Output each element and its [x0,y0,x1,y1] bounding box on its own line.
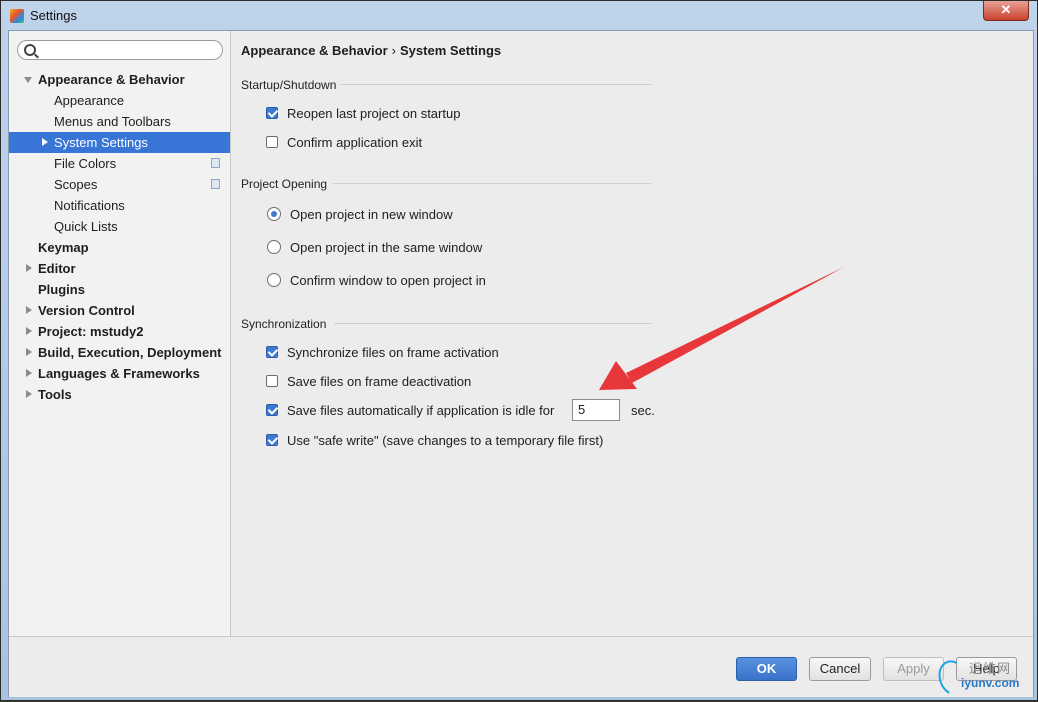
radio-label: Confirm window to open project in [290,273,486,288]
breadcrumb: Appearance & Behavior › System Settings [241,43,501,58]
chevron-down-icon[interactable] [24,77,32,83]
breadcrumb-separator: › [391,43,397,58]
tree-item-editor[interactable]: Editor [9,258,230,279]
checkbox-label: Confirm application exit [287,135,423,150]
title-bar: Settings ✕ [1,1,1037,31]
radio-label: Open project in the same window [290,240,483,255]
checkbox-checked[interactable] [266,434,278,446]
chevron-right-icon[interactable] [26,390,32,398]
checkbox-label: Save files on frame deactivation [287,374,472,389]
search-icon [24,44,36,56]
tree-item-label: Keymap [38,240,89,255]
tree-item-keymap[interactable]: Keymap [9,237,230,258]
tree-item-tools[interactable]: Tools [9,384,230,405]
tree-item-label: Notifications [54,198,125,213]
tree-item-label: Project: mstudy2 [38,324,144,339]
watermark-top-text: 运维网 [969,661,1012,676]
project-level-icon [208,176,220,189]
app-logo-icon [10,9,24,23]
tree-item-quick-lists[interactable]: Quick Lists [9,216,230,237]
chevron-right-icon[interactable] [26,306,32,314]
tree-item-appearance-behavior[interactable]: Appearance & Behavior [9,69,230,90]
section-divider [341,84,651,85]
tree-item-appearance[interactable]: Appearance [9,90,230,111]
radio-unselected[interactable] [267,240,281,254]
section-divider [334,323,651,324]
chevron-right-icon[interactable] [26,369,32,377]
search-input[interactable] [17,40,223,60]
checkbox-unchecked[interactable] [266,375,278,387]
checkbox-label: Reopen last project on startup [287,106,461,121]
settings-window: Settings ✕ Appearance & Behavior Appeara… [0,0,1038,701]
ok-button[interactable]: OK [736,657,797,681]
window-title: Settings [30,8,77,23]
tree-item-system-settings[interactable]: System Settings [9,132,230,153]
tree-item-label: File Colors [54,156,117,171]
chevron-right-icon[interactable] [26,327,32,335]
tree-item-project[interactable]: Project: mstudy2 [9,321,230,342]
radio-unselected[interactable] [267,273,281,287]
tree-item-plugins[interactable]: Plugins [9,279,230,300]
radio-label: Open project in new window [290,207,453,222]
tree-item-label: Menus and Toolbars [54,114,171,129]
radio-selected[interactable] [267,207,281,221]
tree-item-version-control[interactable]: Version Control [9,300,230,321]
settings-panel: Appearance & Behavior › System Settings St… [231,31,1033,636]
tree-item-label: Scopes [54,177,98,192]
checkbox-label: Synchronize files on frame activation [287,345,499,360]
tree-item-build-execution-deployment[interactable]: Build, Execution, Deployment [9,342,230,363]
close-button[interactable]: ✕ [983,1,1029,21]
checkbox-checked[interactable] [266,346,278,358]
apply-button[interactable]: Apply [883,657,944,681]
section-title-startup: Startup/Shutdown [241,78,337,92]
dialog-content: Appearance & Behavior Appearance Menus a… [8,30,1034,697]
checkbox-label: Use "safe write" (save changes to a temp… [287,433,604,448]
checkbox-checked[interactable] [266,404,278,416]
tree-item-label: Tools [38,387,72,402]
settings-tree: Appearance & Behavior Appearance Menus a… [9,69,230,405]
idle-seconds-input[interactable]: 5 [572,399,620,421]
project-level-icon [208,155,220,168]
dialog-footer: OK Cancel Apply Help [9,636,1033,697]
tree-item-file-colors[interactable]: File Colors [9,153,230,174]
idle-unit-label: sec. [631,403,655,418]
breadcrumb-parent: Appearance & Behavior [241,43,388,58]
tree-item-menus-toolbars[interactable]: Menus and Toolbars [9,111,230,132]
tree-item-label: Appearance & Behavior [38,72,185,87]
section-divider [333,183,651,184]
chevron-right-icon[interactable] [26,348,32,356]
section-title-synchronization: Synchronization [241,317,327,331]
settings-sidebar: Appearance & Behavior Appearance Menus a… [9,31,231,636]
tree-item-label: System Settings [54,135,148,150]
tree-item-label: Plugins [38,282,85,297]
tree-item-label: Editor [38,261,76,276]
checkbox-checked[interactable] [266,107,278,119]
breadcrumb-current: System Settings [400,43,502,58]
tree-item-languages-frameworks[interactable]: Languages & Frameworks [9,363,230,384]
tree-item-notifications[interactable]: Notifications [9,195,230,216]
watermark-logo: 运维网 iyunv.com [933,656,1031,700]
chevron-right-icon[interactable] [42,138,48,146]
tree-item-scopes[interactable]: Scopes [9,174,230,195]
tree-item-label: Languages & Frameworks [38,366,200,381]
watermark-bottom-text: iyunv.com [961,676,1020,690]
section-title-project-opening: Project Opening [241,177,328,191]
tree-item-label: Quick Lists [54,219,118,234]
cancel-button[interactable]: Cancel [809,657,871,681]
tree-item-label: Build, Execution, Deployment [38,345,222,360]
tree-item-label: Version Control [38,303,135,318]
checkbox-unchecked[interactable] [266,136,278,148]
tree-item-label: Appearance [54,93,125,108]
checkbox-label: Save files automatically if application … [287,403,555,418]
chevron-right-icon[interactable] [26,264,32,272]
